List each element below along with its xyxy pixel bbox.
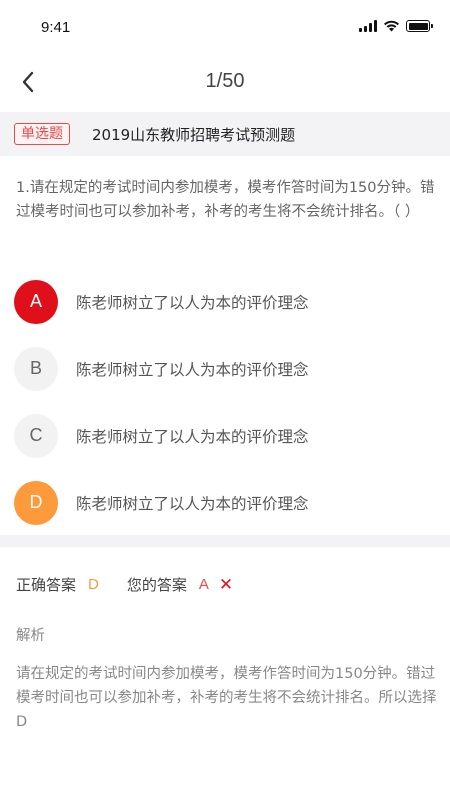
analysis-text: 请在规定的考试时间内参加模考，模考作答时间为150分钟。错过模考时间也可以参加补…	[16, 666, 437, 730]
correct-answer-value: D	[88, 576, 99, 593]
user-answer-value: A	[198, 576, 209, 593]
correct-answer-label: 正确答案	[16, 576, 77, 594]
option-a[interactable]: A 陈老师树立了以人为本的评价理念	[14, 268, 444, 335]
wifi-icon	[384, 20, 399, 32]
option-a-circle: A	[14, 279, 58, 324]
option-b[interactable]: B 陈老师树立了以人为本的评价理念	[14, 335, 444, 402]
status-time: 9:41	[41, 19, 71, 36]
question-counter: 1/50	[205, 70, 245, 92]
exam-title: 2019山东教师招聘考试预测题	[92, 125, 296, 144]
status-icons	[359, 20, 433, 32]
option-b-text: 陈老师树立了以人为本的评价理念	[76, 360, 309, 379]
question-text: 1.请在规定的考试时间内参加模考，模考作答时间为150分钟。错过模考时间也可以参…	[16, 180, 435, 220]
analysis-title: 解析	[16, 628, 45, 644]
option-a-text: 陈老师树立了以人为本的评价理念	[76, 293, 309, 312]
option-d-circle: D	[14, 480, 58, 525]
option-c-circle: C	[14, 413, 58, 458]
question-header: 单选题 2019山东教师招聘考试预测题	[0, 112, 450, 156]
nav-bar: 1/50	[0, 56, 450, 110]
option-d[interactable]: D 陈老师树立了以人为本的评价理念	[14, 469, 444, 536]
option-c-text: 陈老师树立了以人为本的评价理念	[76, 427, 309, 446]
option-d-text: 陈老师树立了以人为本的评价理念	[76, 494, 309, 513]
question-type-badge: 单选题	[14, 123, 70, 145]
options-list: A 陈老师树立了以人为本的评价理念 B 陈老师树立了以人为本的评价理念 C 陈老…	[14, 268, 444, 536]
status-bar: 9:41	[0, 0, 450, 56]
user-answer-label: 您的答案	[126, 576, 187, 594]
battery-icon	[406, 20, 433, 32]
option-c[interactable]: C 陈老师树立了以人为本的评价理念	[14, 402, 444, 469]
signal-icon	[359, 20, 377, 32]
answer-result-row: 正确答案 D 您的答案 A ✕	[16, 574, 233, 595]
option-b-circle: B	[14, 346, 58, 391]
wrong-icon: ✕	[218, 574, 234, 595]
section-divider	[0, 535, 450, 547]
